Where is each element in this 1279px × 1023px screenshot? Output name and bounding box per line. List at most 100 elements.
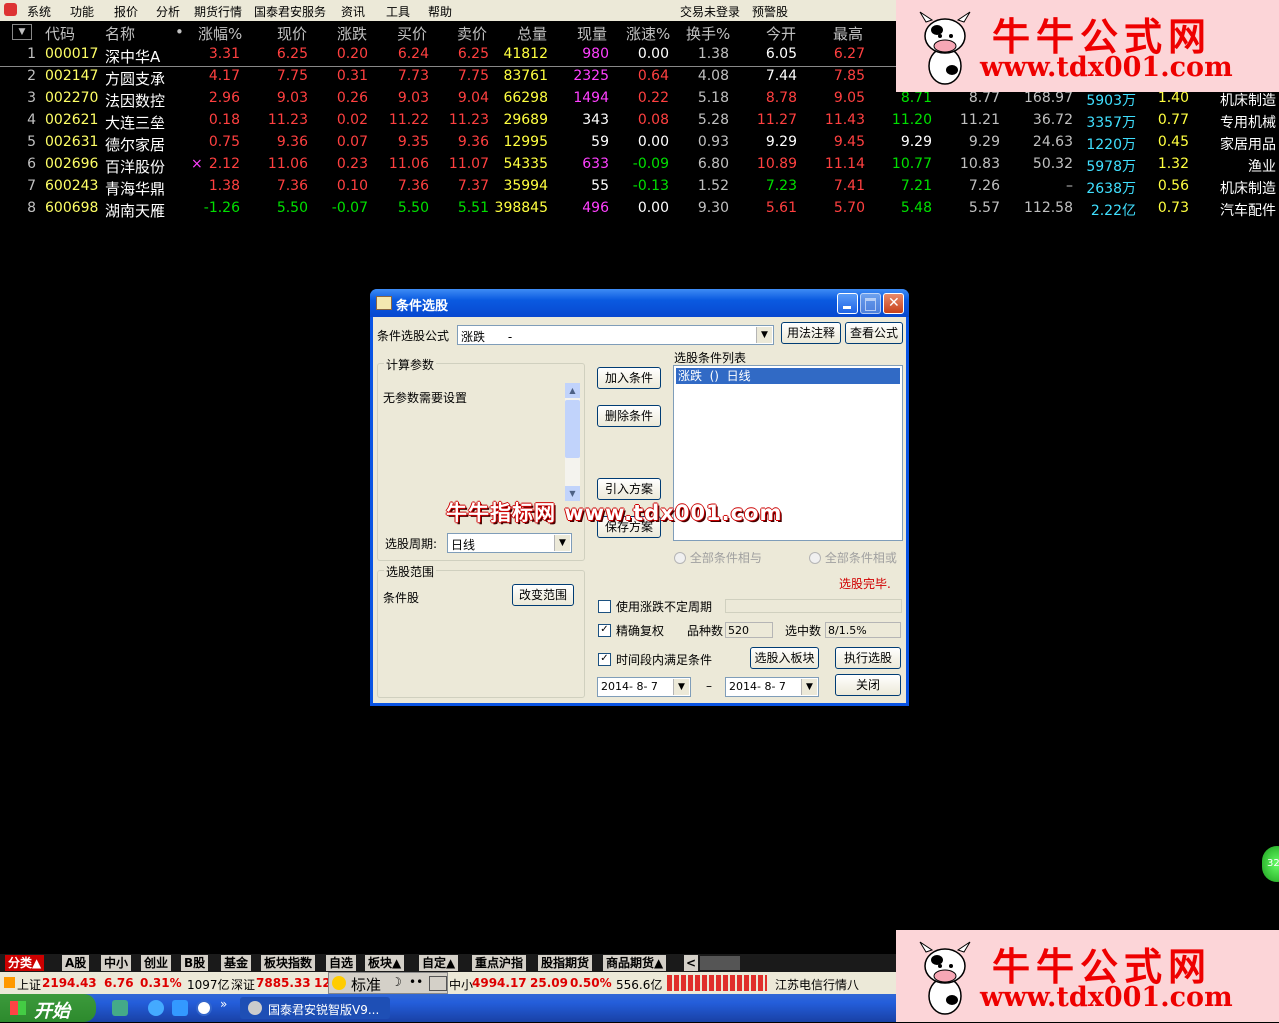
explorer-icon[interactable] xyxy=(172,1000,188,1016)
maximize-button[interactable] xyxy=(860,293,881,314)
ie-icon[interactable] xyxy=(148,1000,164,1016)
tab-sector-index[interactable]: 板块指数 xyxy=(261,955,316,971)
menu-alert-stock[interactable]: 预警股 xyxy=(752,3,788,20)
quicklaunch-icon[interactable] xyxy=(112,1000,128,1016)
view-formula-button[interactable]: 查看公式 xyxy=(845,322,903,344)
col-volume[interactable]: 总量 xyxy=(517,23,547,44)
to-block-button[interactable]: 选股入板块 xyxy=(750,647,819,669)
chevron-down-icon[interactable]: ▼ xyxy=(673,679,689,695)
tab-a-share[interactable]: A股 xyxy=(62,955,90,971)
menu-futures[interactable]: 期货行情 xyxy=(194,3,242,20)
chevron-down-icon[interactable]: ▼ xyxy=(756,327,772,343)
menu-quote[interactable]: 报价 xyxy=(114,3,138,20)
table-row[interactable]: 8 600698 湖南天雁 -1.26 5.50 -0.07 5.50 5.51 398845 4… xyxy=(0,198,1279,220)
minimize-button[interactable] xyxy=(837,293,858,314)
menu-news[interactable]: 资讯 xyxy=(341,3,365,20)
date-from-picker[interactable]: 2014- 8- 7 ▼ xyxy=(597,677,691,697)
tab-watchlist[interactable]: 自选 xyxy=(326,955,357,971)
radio-or-icon[interactable] xyxy=(809,552,821,564)
tab-custom[interactable]: 自定▲ xyxy=(419,955,459,971)
col-price[interactable]: 现价 xyxy=(277,23,307,44)
params-scrollbar[interactable]: ▲ ▼ xyxy=(565,383,580,501)
col-current-vol[interactable]: 现量 xyxy=(577,23,607,44)
col-bid[interactable]: 买价 xyxy=(397,23,427,44)
sz-value[interactable]: 7885.33 xyxy=(256,976,311,990)
cell-ask: 6.25 xyxy=(457,46,489,62)
dots-icon[interactable]: •• xyxy=(409,975,423,989)
scroll-up-icon[interactable]: ▲ xyxy=(565,383,580,398)
time-range-checkbox[interactable]: ✓ xyxy=(598,653,611,666)
col-high[interactable]: 最高 xyxy=(833,23,863,44)
zx-value[interactable]: 4994.17 xyxy=(472,976,527,990)
col-speed[interactable]: 涨速% xyxy=(626,23,670,44)
tab-category[interactable]: 分类▲ xyxy=(5,955,45,971)
cell-cur: 496 xyxy=(582,200,609,216)
start-button[interactable]: 开始 xyxy=(0,994,96,1022)
col-ask[interactable]: 卖价 xyxy=(457,23,487,44)
tab-gem[interactable]: 创业 xyxy=(141,955,172,971)
tab-sector[interactable]: 板块▲ xyxy=(365,955,405,971)
execute-select-button[interactable]: 执行选股 xyxy=(835,647,901,669)
face-icon[interactable] xyxy=(332,976,346,990)
app-icon[interactable] xyxy=(196,1000,212,1016)
col-open[interactable]: 今开 xyxy=(766,23,796,44)
menu-help[interactable]: 帮助 xyxy=(428,3,452,20)
variable-period-checkbox[interactable] xyxy=(598,600,611,613)
radio-and[interactable]: 全部条件相与 xyxy=(674,549,762,566)
menu-gtja-service[interactable]: 国泰君安服务 xyxy=(254,3,326,20)
zx-pct: 0.50% xyxy=(570,976,612,990)
tab-index-futures[interactable]: 股指期货 xyxy=(538,955,593,971)
taskbar-window-button[interactable]: 国泰君安锐智版V9... xyxy=(240,997,390,1019)
col-name[interactable]: 名称 xyxy=(105,23,135,44)
close-button[interactable]: 关闭 xyxy=(835,674,901,696)
dialog-titlebar[interactable]: 条件选股 ✕ xyxy=(370,289,909,317)
table-row[interactable]: 5 002631 德尔家居 0.75 9.36 0.07 9.35 9.36 12995 59 0.… xyxy=(0,132,1279,154)
period-select[interactable]: 日线 ▼ xyxy=(447,533,572,553)
params-group-label: 计算参数 xyxy=(384,356,437,373)
table-row[interactable]: 4 002621 大连三垒 0.18 11.23 0.02 11.22 11.23 29689 3… xyxy=(0,110,1279,132)
table-row[interactable]: 6 002696 百洋股份 × 2.12 11.06 0.23 11.06 11.07 54335… xyxy=(0,154,1279,176)
col-chg-pct[interactable]: 涨幅% xyxy=(198,23,242,44)
chevron-right-icon[interactable]: » xyxy=(220,997,227,1011)
usage-notes-button[interactable]: 用法注释 xyxy=(781,322,841,344)
col-turnover[interactable]: 换手% xyxy=(686,23,730,44)
tab-fund[interactable]: 基金 xyxy=(221,955,252,971)
cell-chg: 0.31 xyxy=(336,68,368,84)
add-condition-button[interactable]: 加入条件 xyxy=(597,367,661,389)
chevron-down-icon[interactable]: ▼ xyxy=(554,535,570,551)
ad-banner-top[interactable]: 牛牛公式网 www.tdx001.com xyxy=(896,0,1279,92)
tab-commodity-futures[interactable]: 商品期货▲ xyxy=(603,955,667,971)
radio-and-icon[interactable] xyxy=(674,552,686,564)
scroll-thumb[interactable] xyxy=(565,400,580,458)
mode-label[interactable]: 标准 xyxy=(351,974,381,995)
date-to-picker[interactable]: 2014- 8- 7 ▼ xyxy=(725,677,819,697)
ad-banner-bottom[interactable]: 牛牛公式网 www.tdx001.com xyxy=(896,930,1279,1022)
change-range-button[interactable]: 改变范围 xyxy=(512,584,574,606)
condition-list-item[interactable]: 涨跌 () 日线 xyxy=(676,368,900,384)
tab-sme[interactable]: 中小 xyxy=(101,955,132,971)
menu-system[interactable]: 系统 xyxy=(27,3,51,20)
close-icon[interactable]: ✕ xyxy=(883,293,904,314)
menu-trade-login[interactable]: 交易未登录 xyxy=(680,3,740,20)
radio-or[interactable]: 全部条件相或 xyxy=(809,549,897,566)
cell-open: 9.29 xyxy=(765,134,797,150)
moon-icon[interactable]: ☽ xyxy=(391,975,402,989)
formula-select[interactable]: 涨跌 - ▼ xyxy=(457,325,774,345)
floating-badge[interactable]: 32 xyxy=(1262,846,1279,882)
delete-condition-button[interactable]: 删除条件 xyxy=(597,405,661,427)
scroll-left-icon[interactable]: < xyxy=(684,955,699,971)
tab-scrollbar[interactable] xyxy=(700,956,740,970)
tab-key-sh-index[interactable]: 重点沪指 xyxy=(472,955,527,971)
col-code[interactable]: 代码 xyxy=(45,23,75,44)
table-row[interactable]: 7 600243 青海华鼎 1.38 7.36 0.10 7.36 7.37 35994 55 -0… xyxy=(0,176,1279,198)
menu-tools[interactable]: 工具 xyxy=(386,3,410,20)
col-chg[interactable]: 涨跌 xyxy=(337,23,367,44)
dropdown-icon[interactable]: ▼ xyxy=(12,24,32,40)
keyboard-icon[interactable] xyxy=(429,976,447,991)
exact-adjust-checkbox[interactable]: ✓ xyxy=(598,624,611,637)
chevron-down-icon[interactable]: ▼ xyxy=(801,679,817,695)
sh-value[interactable]: 2194.43 xyxy=(42,976,97,990)
tab-b-share[interactable]: B股 xyxy=(181,955,209,971)
menu-function[interactable]: 功能 xyxy=(70,3,94,20)
menu-analysis[interactable]: 分析 xyxy=(156,3,180,20)
